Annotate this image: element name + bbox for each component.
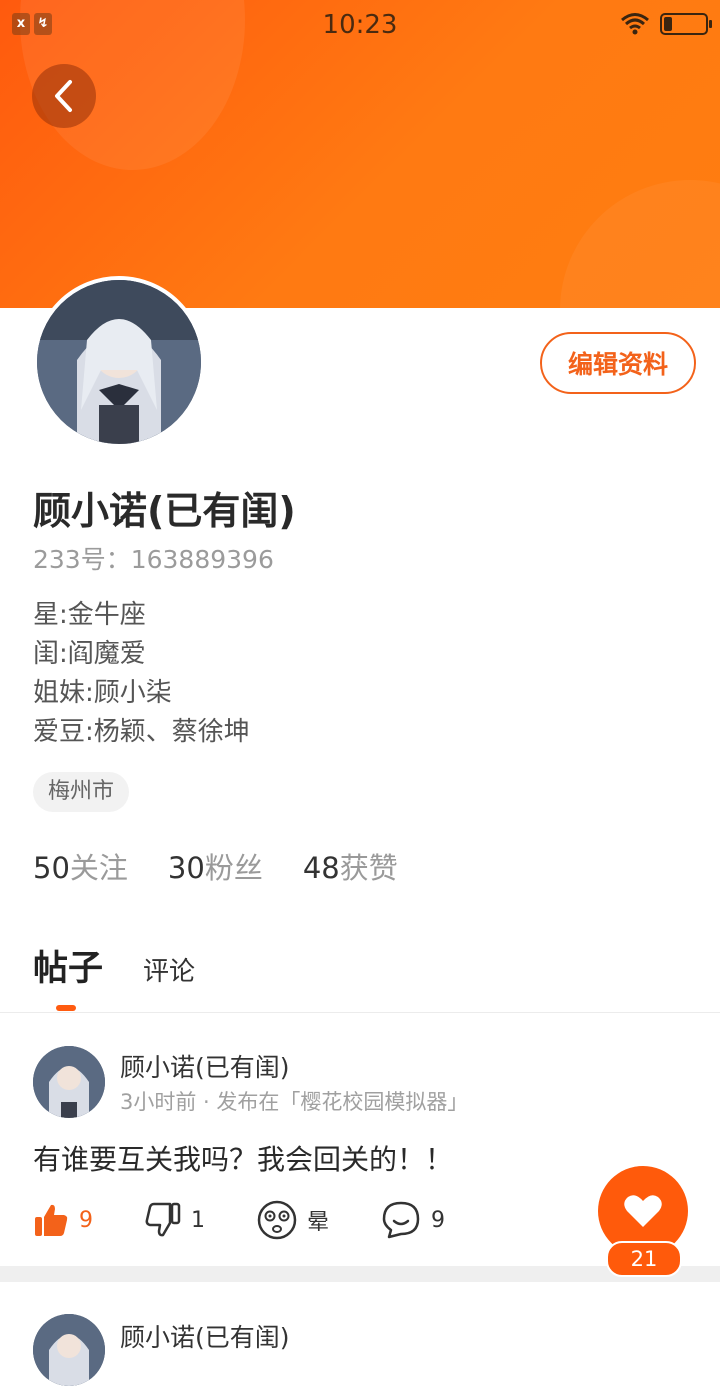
tab-posts[interactable]: 帖子 bbox=[33, 940, 103, 1011]
stat-followers[interactable]: 30粉丝 bbox=[168, 845, 263, 887]
chevron-left-icon bbox=[55, 80, 72, 112]
stat-likes[interactable]: 48获赞 bbox=[303, 845, 398, 887]
post-author[interactable]: 顾小诺(已有闺) bbox=[120, 1318, 290, 1354]
profile-stats: 50关注 30粉丝 48获赞 bbox=[33, 845, 398, 887]
post-avatar[interactable] bbox=[33, 1046, 105, 1118]
dizzy-face-icon bbox=[257, 1200, 297, 1240]
status-bar: x ↯ 10:23 bbox=[0, 0, 720, 50]
like-fab-count: 21 bbox=[606, 1241, 682, 1277]
battery-icon bbox=[660, 13, 712, 35]
back-button[interactable] bbox=[32, 64, 96, 128]
post-meta: 3小时前 · 发布在「樱花校园模拟器」 bbox=[120, 1090, 469, 1114]
tab-comments[interactable]: 评论 bbox=[143, 951, 195, 991]
bio-line: 闺:阎魔爱 bbox=[33, 639, 146, 669]
comment-button[interactable]: 9 bbox=[381, 1200, 445, 1240]
stat-following[interactable]: 50关注 bbox=[33, 845, 128, 887]
account-id: 233号：163889396 bbox=[33, 545, 274, 574]
username: 顾小诺(已有闺) bbox=[33, 489, 296, 533]
location-tag[interactable]: 梅州市 bbox=[33, 772, 130, 812]
post-content[interactable]: 有谁要互关我吗？我会回关的！！ bbox=[33, 1138, 453, 1178]
post-author[interactable]: 顾小诺(已有闺) bbox=[120, 1048, 290, 1084]
dislike-button[interactable]: 1 bbox=[145, 1202, 205, 1238]
wifi-icon bbox=[621, 13, 649, 35]
comment-icon bbox=[382, 1201, 420, 1239]
status-time: 10:23 bbox=[322, 10, 398, 40]
thumbs-up-icon bbox=[35, 1204, 68, 1236]
bio: 星:金牛座 闺:阎魔爱 姐妹:顾小柒 爱豆:杨颖、蔡徐坤 bbox=[33, 596, 250, 752]
banner-decoration bbox=[560, 180, 720, 308]
edit-profile-button[interactable]: 编辑资料 bbox=[540, 332, 696, 394]
heart-icon bbox=[624, 1195, 662, 1227]
thumbs-down-icon bbox=[145, 1202, 181, 1237]
like-button[interactable]: 9 bbox=[33, 1202, 93, 1238]
profile-tabs: 帖子 评论 bbox=[33, 940, 195, 1011]
post-avatar[interactable] bbox=[33, 1314, 105, 1386]
dizzy-reaction-button[interactable]: 晕 bbox=[257, 1200, 329, 1240]
post-actions: 9 1 晕 9 bbox=[33, 1200, 497, 1240]
bio-line: 姐妹:顾小柒 bbox=[33, 678, 172, 708]
bio-line: 星:金牛座 bbox=[33, 600, 146, 630]
divider bbox=[0, 1012, 720, 1013]
bio-line: 爱豆:杨颖、蔡徐坤 bbox=[33, 717, 250, 747]
avatar[interactable] bbox=[33, 276, 205, 448]
